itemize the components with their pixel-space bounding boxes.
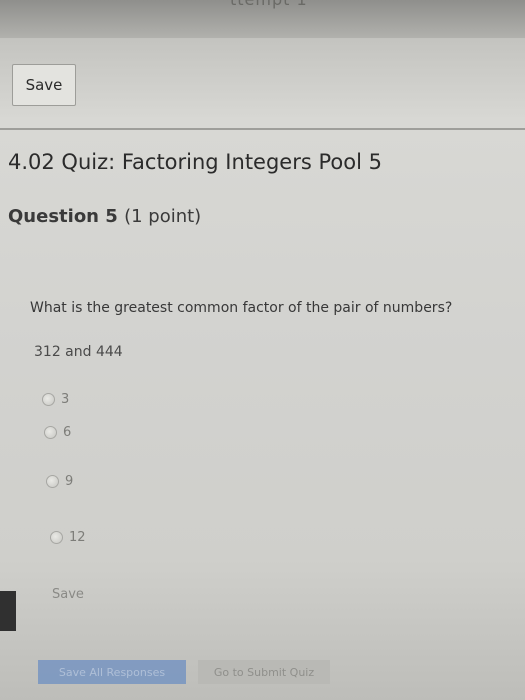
top-header-strip: ttempt 1 xyxy=(0,0,525,38)
radio-button[interactable] xyxy=(46,475,59,488)
answer-option-2[interactable]: 6 xyxy=(44,425,71,440)
answer-option-4[interactable]: 12 xyxy=(50,530,86,545)
question-numbers: 312 and 444 xyxy=(34,344,123,360)
page-title: 4.02 Quiz: Factoring Integers Pool 5 xyxy=(8,150,382,174)
answer-option-1[interactable]: 3 xyxy=(42,392,69,407)
save-button[interactable]: Save xyxy=(12,64,76,106)
quiz-page: ttempt 1 Save 4.02 Quiz: Factoring Integ… xyxy=(0,0,525,700)
radio-button[interactable] xyxy=(50,531,63,544)
divider xyxy=(0,128,525,130)
answer-option-3[interactable]: 9 xyxy=(46,474,73,489)
question-prompt: What is the greatest common factor of th… xyxy=(30,300,453,316)
radio-button[interactable] xyxy=(42,393,55,406)
answer-label: 6 xyxy=(63,425,72,440)
answer-label: 12 xyxy=(69,530,86,545)
answer-label: 9 xyxy=(65,474,74,489)
question-number: Question 5 xyxy=(8,206,118,227)
left-edge-tab xyxy=(0,591,16,631)
save-answer-button[interactable]: Save xyxy=(52,587,84,602)
question-header: Question 5 (1 point) xyxy=(8,206,201,227)
radio-button[interactable] xyxy=(44,426,57,439)
attempt-title: ttempt 1 xyxy=(230,0,308,9)
question-points: (1 point) xyxy=(124,206,202,227)
answer-label: 3 xyxy=(61,392,70,407)
go-to-submit-quiz-button[interactable]: Go to Submit Quiz xyxy=(198,660,330,684)
save-all-responses-button[interactable]: Save All Responses xyxy=(38,660,186,684)
